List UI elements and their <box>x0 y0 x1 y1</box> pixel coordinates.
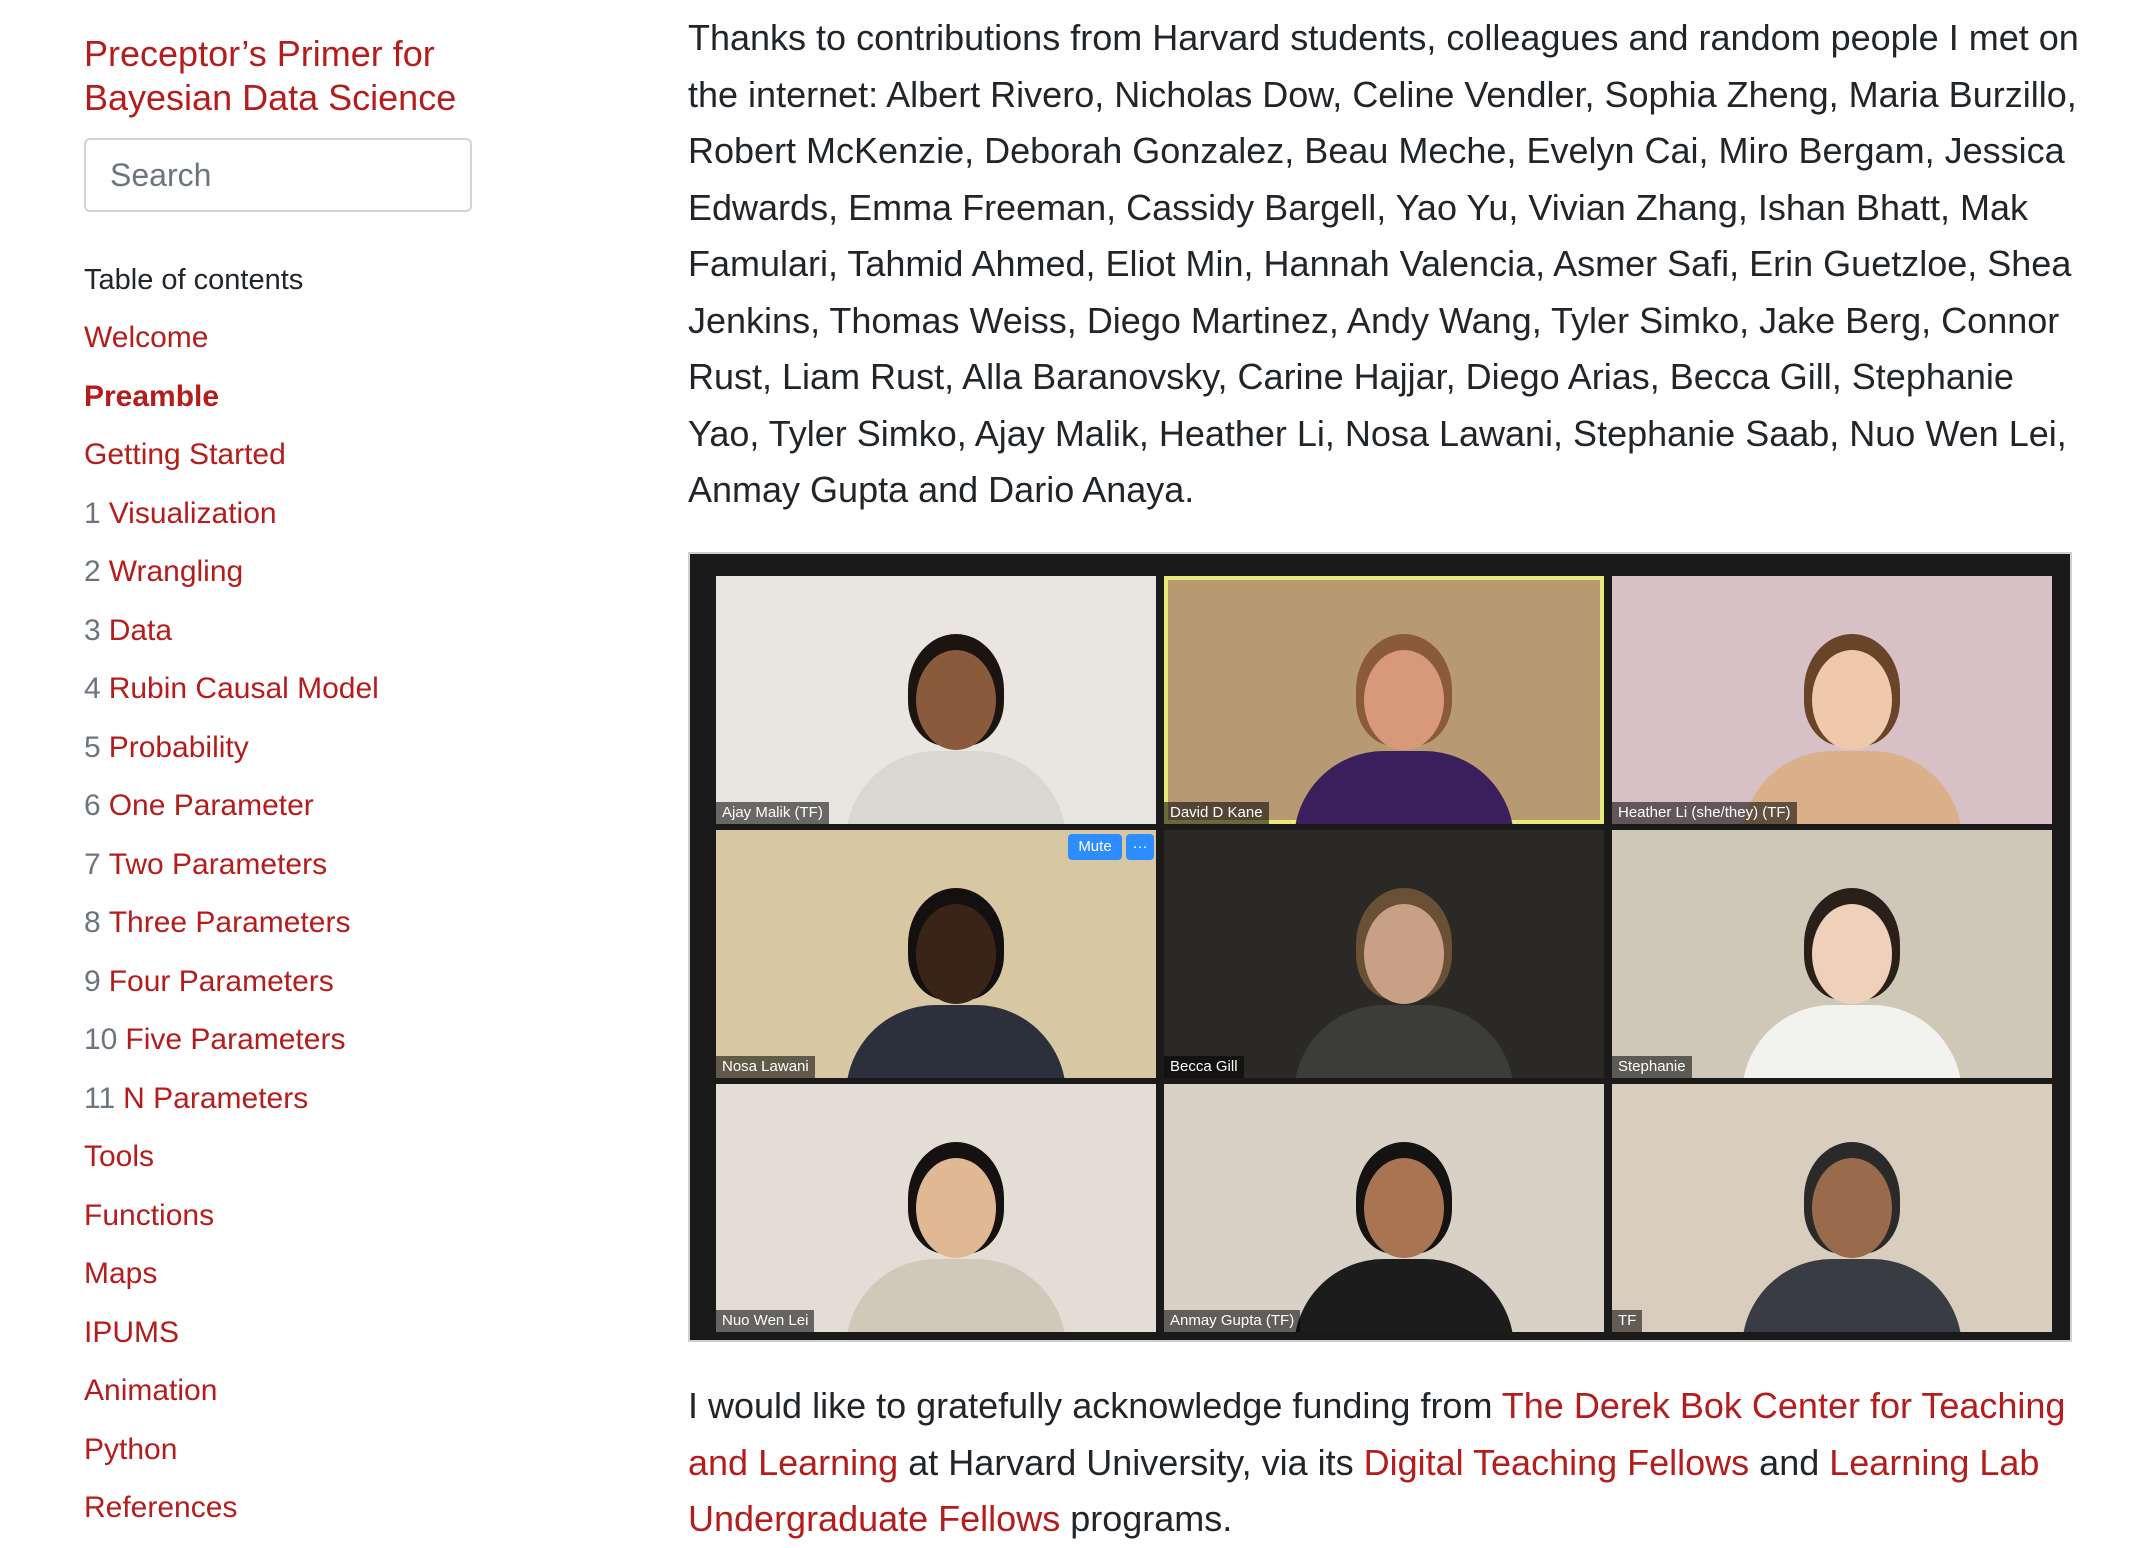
participant-avatar <box>846 870 1066 1078</box>
toc-item-number: 11 <box>84 1081 116 1115</box>
table-of-contents: Welcome Preamble Getting Started 1 Visualiza… <box>84 316 379 1545</box>
toc-link[interactable]: IPUMS <box>84 1316 179 1349</box>
video-tile: Anmay Gupta (TF) <box>1164 1084 1604 1332</box>
video-tile: Nuo Wen Lei <box>716 1084 1156 1332</box>
toc-link[interactable]: Welcome <box>84 321 208 354</box>
participant-avatar <box>846 1124 1066 1332</box>
toc-item: 8 Three Parameters <box>84 901 379 960</box>
toc-item-number: 8 <box>84 906 101 939</box>
search-input[interactable] <box>84 138 472 212</box>
toc-item-number: 9 <box>84 964 101 998</box>
toc-link[interactable]: Two Parameters <box>109 848 327 881</box>
participant-avatar <box>1742 616 1962 824</box>
toc-item: 6 One Parameter <box>84 784 379 843</box>
toc-item-number: 10 <box>84 1023 118 1056</box>
funding-text-4: programs. <box>1060 1498 1233 1539</box>
toc-link[interactable]: References <box>84 1491 237 1524</box>
digital-teaching-fellows-link[interactable]: Digital Teaching Fellows <box>1364 1442 1750 1483</box>
toc-item: Welcome <box>84 316 379 375</box>
book-title-link[interactable]: Preceptor’s Primer for Bayesian Data Sci… <box>84 32 544 120</box>
participant-name-label: Nuo Wen Lei <box>716 1310 815 1332</box>
toc-item: Functions <box>84 1194 379 1253</box>
participant-name-label: Stephanie <box>1612 1056 1692 1078</box>
funding-text-3: and <box>1749 1441 1830 1483</box>
participant-name-label: Heather Li (she/they) (TF) <box>1612 802 1797 824</box>
toc-item-number: 4 <box>84 672 101 705</box>
toc-link[interactable]: N Parameters <box>123 1082 308 1115</box>
toc-item-number: 1 <box>84 496 101 530</box>
toc-link[interactable]: Tools <box>84 1140 154 1173</box>
toc-link[interactable]: Three Parameters <box>109 906 351 939</box>
toc-item-number: 5 <box>84 730 101 764</box>
toc-item: Maps <box>84 1252 379 1311</box>
toc-link[interactable]: Data <box>109 614 172 647</box>
toc-link[interactable]: Rubin Causal Model <box>109 672 379 705</box>
toc-item: 10 Five Parameters <box>84 1018 379 1077</box>
video-tile: David D Kane <box>1164 576 1604 824</box>
toc-item: 1 Visualization <box>84 492 379 551</box>
toc-item: Getting Started <box>84 433 379 492</box>
toc-link[interactable]: Visualization <box>109 497 277 530</box>
video-tile: Stephanie <box>1612 830 2052 1078</box>
participant-name-label: Becca Gill <box>1164 1056 1244 1078</box>
toc-item-number: 3 <box>84 613 101 647</box>
video-tile: Ajay Malik (TF) <box>716 576 1156 824</box>
toc-item: 3 Data <box>84 609 379 668</box>
video-tile: TF <box>1612 1084 2052 1332</box>
toc-heading: Table of contents <box>84 264 304 296</box>
participant-avatar <box>1742 870 1962 1078</box>
toc-item-number: 7 <box>84 847 101 881</box>
toc-link[interactable]: Getting Started <box>84 438 286 471</box>
funding-paragraph: I would like to gratefully acknowledge f… <box>688 1378 2088 1548</box>
zoom-call-screenshot: Ajay Malik (TF) David D Kane Heather Li (s… <box>688 552 2072 1342</box>
video-tile: Heather Li (she/they) (TF) <box>1612 576 2052 824</box>
toc-item: 9 Four Parameters <box>84 960 379 1019</box>
toc-link[interactable]: Functions <box>84 1199 214 1232</box>
toc-link[interactable]: One Parameter <box>109 789 314 822</box>
toc-item: 4 Rubin Causal Model <box>84 667 379 726</box>
toc-item: Python <box>84 1428 379 1487</box>
toc-link[interactable]: Five Parameters <box>125 1023 345 1056</box>
participant-name-label: Ajay Malik (TF) <box>716 802 829 824</box>
participant-name-label: Anmay Gupta (TF) <box>1164 1310 1301 1332</box>
toc-item: Preamble <box>84 375 379 434</box>
funding-text-1: I would like to gratefully acknowledge f… <box>688 1385 1502 1426</box>
participant-name-label: Nosa Lawani <box>716 1056 815 1078</box>
toc-item: References <box>84 1486 379 1545</box>
toc-link[interactable]: Probability <box>109 731 249 764</box>
participant-avatar <box>1742 1124 1962 1332</box>
toc-link[interactable]: Maps <box>84 1257 157 1290</box>
toc-item: 2 Wrangling <box>84 550 379 609</box>
toc-item-number: 6 <box>84 789 101 822</box>
toc-item: 5 Probability <box>84 726 379 785</box>
participant-avatar <box>1294 1124 1514 1332</box>
participant-avatar <box>846 616 1066 824</box>
toc-item-number: 2 <box>84 555 101 588</box>
toc-link[interactable]: Python <box>84 1433 177 1466</box>
participant-avatar <box>1294 870 1514 1078</box>
toc-item: Tools <box>84 1135 379 1194</box>
funding-text-2: at Harvard University, via its <box>898 1441 1364 1483</box>
toc-item: IPUMS <box>84 1311 379 1370</box>
participant-name-label: David D Kane <box>1164 802 1269 824</box>
toc-link[interactable]: Wrangling <box>109 555 244 588</box>
participant-name-label: TF <box>1612 1310 1643 1332</box>
participant-avatar <box>1294 616 1514 824</box>
toc-link[interactable]: Four Parameters <box>109 965 334 998</box>
toc-link[interactable]: Preamble <box>84 380 219 413</box>
more-options-icon[interactable]: ··· <box>1126 834 1154 860</box>
mute-button[interactable]: Mute <box>1068 834 1122 860</box>
toc-item: 7 Two Parameters <box>84 843 379 902</box>
toc-item: 11 N Parameters <box>84 1077 379 1136</box>
video-tile: Becca Gill <box>1164 830 1604 1078</box>
video-tile: Nosa Lawani Mute ··· <box>716 830 1156 1078</box>
toc-item: Animation <box>84 1369 379 1428</box>
acknowledgements-paragraph: Thanks to contributions from Harvard stu… <box>688 17 2079 510</box>
toc-link[interactable]: Animation <box>84 1374 217 1407</box>
